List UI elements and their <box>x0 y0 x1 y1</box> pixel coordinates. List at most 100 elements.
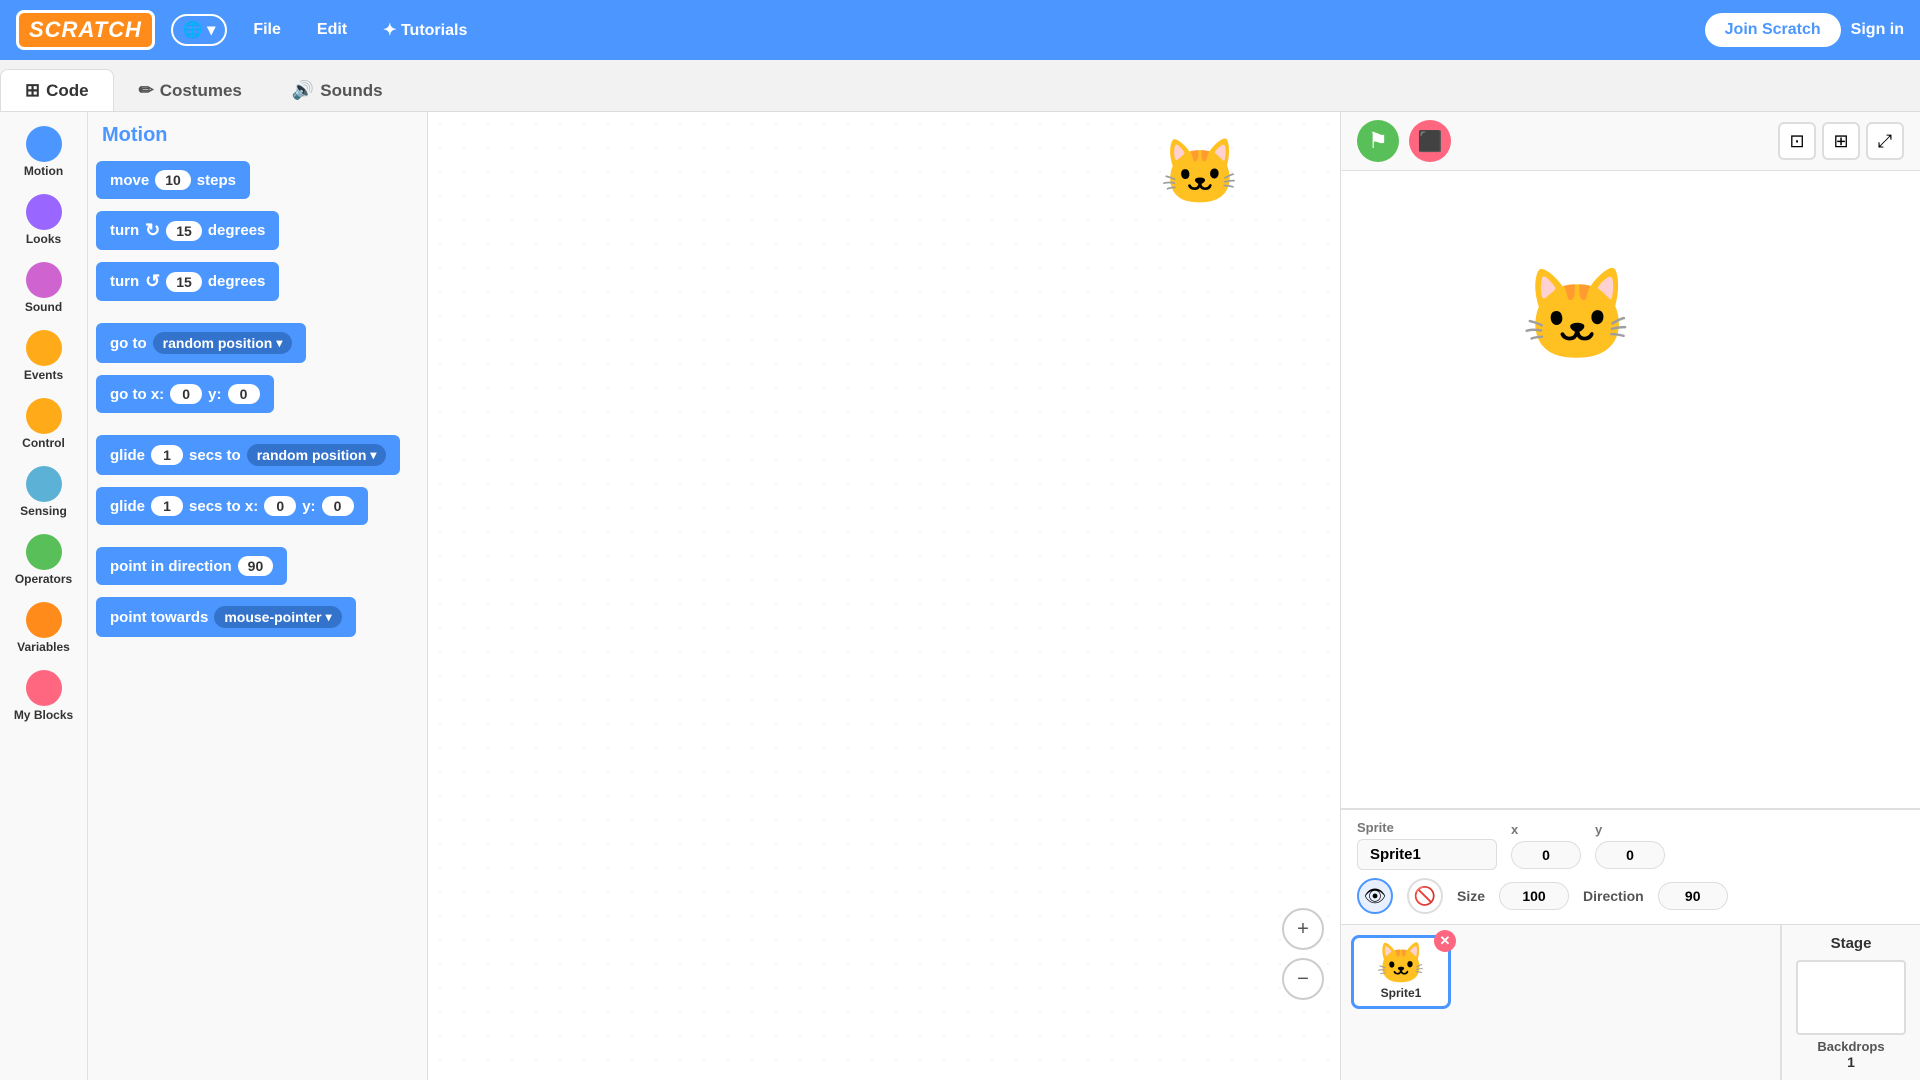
looks-label: Looks <box>26 232 61 246</box>
stage-title: Stage <box>1831 935 1872 952</box>
sprite-info-row1: Sprite x y <box>1357 820 1904 870</box>
backdrops-count: 1 <box>1847 1054 1855 1070</box>
variables-dot <box>26 602 62 638</box>
layout-fullscreen-button[interactable]: ⤢ <box>1866 122 1904 160</box>
control-dot <box>26 398 62 434</box>
main: Motion Looks Sound Events Control Sensin… <box>0 112 1920 1080</box>
sidebar-item-looks[interactable]: Looks <box>4 188 84 252</box>
stage-canvas: 🐱 <box>1341 171 1920 808</box>
operators-label: Operators <box>15 572 72 586</box>
tab-sounds[interactable]: 🔊 Sounds <box>267 69 408 111</box>
sprite-thumb-image: 🐱 <box>1376 944 1426 984</box>
tab-code[interactable]: ⊞ Code <box>0 69 114 111</box>
size-input[interactable] <box>1499 882 1569 910</box>
myblocks-dot <box>26 670 62 706</box>
block-goto-xy[interactable]: go to x: 0 y: 0 <box>96 375 274 413</box>
direction-input[interactable] <box>1658 882 1728 910</box>
control-label: Control <box>22 436 65 450</box>
sidebar-item-control[interactable]: Control <box>4 392 84 456</box>
sidebar-item-variables[interactable]: Variables <box>4 596 84 660</box>
direction-label: Direction <box>1583 888 1644 904</box>
categories-sidebar: Motion Looks Sound Events Control Sensin… <box>0 112 88 1080</box>
block-move[interactable]: move 10 steps <box>96 161 250 199</box>
sidebar-item-sound[interactable]: Sound <box>4 256 84 320</box>
sidebar-item-events[interactable]: Events <box>4 324 84 388</box>
backdrops-label: Backdrops <box>1817 1039 1884 1054</box>
script-background <box>428 112 1340 1080</box>
motion-label: Motion <box>24 164 63 178</box>
operators-dot <box>26 534 62 570</box>
globe-button[interactable]: 🌐 ▾ <box>171 14 227 46</box>
sprite-show-button[interactable]: 👁 <box>1357 878 1393 914</box>
sprite-list: ✕ 🐱 Sprite1 <box>1341 924 1780 1080</box>
sprite-y-label: y <box>1595 822 1665 837</box>
sprite-info-row2: 👁 🚫 Size Direction <box>1357 878 1904 914</box>
stage-backdrop-thumb[interactable] <box>1796 960 1906 1035</box>
red-stop-button[interactable]: ⬛ <box>1409 120 1451 162</box>
blocks-panel: Motion move 10 steps turn ↻ 15 degrees t… <box>88 112 428 1080</box>
myblocks-label: My Blocks <box>14 708 73 722</box>
block-point-towards[interactable]: point towards mouse-pointer <box>96 597 356 637</box>
zoom-out-button[interactable]: − <box>1282 958 1324 1000</box>
sidebar-item-sensing[interactable]: Sensing <box>4 460 84 524</box>
sprite-list-area: ✕ 🐱 Sprite1 Stage Backdrops 1 <box>1341 924 1920 1080</box>
sprite-hide-button[interactable]: 🚫 <box>1407 878 1443 914</box>
towards-dropdown[interactable]: mouse-pointer <box>214 606 341 628</box>
events-dot <box>26 330 62 366</box>
sensing-dot <box>26 466 62 502</box>
block-point-direction[interactable]: point in direction 90 <box>96 547 287 585</box>
edit-menu-button[interactable]: Edit <box>307 15 357 45</box>
sidebar-item-operators[interactable]: Operators <box>4 528 84 592</box>
block-turn-cw[interactable]: turn ↻ 15 degrees <box>96 211 279 250</box>
size-label: Size <box>1457 888 1485 904</box>
right-panel: ⚑ ⬛ ⊡ ⊞ ⤢ 🐱 Sprite <box>1340 112 1920 1080</box>
block-turn-ccw[interactable]: turn ↺ 15 degrees <box>96 262 279 301</box>
sprite-thumbnail-sprite1[interactable]: ✕ 🐱 Sprite1 <box>1351 935 1451 1009</box>
header: SCRATCH 🌐 ▾ File Edit ✦ Tutorials Join S… <box>0 0 1920 60</box>
layout-small-button[interactable]: ⊡ <box>1778 122 1816 160</box>
zoom-in-button[interactable]: + <box>1282 908 1324 950</box>
tab-costumes[interactable]: ✏ Costumes <box>114 69 267 111</box>
glide-dropdown[interactable]: random position <box>247 444 387 466</box>
logo[interactable]: SCRATCH <box>16 10 155 50</box>
variables-label: Variables <box>17 640 70 654</box>
sprite-name-input[interactable] <box>1357 839 1497 870</box>
block-glide-xy[interactable]: glide 1 secs to x: 0 y: 0 <box>96 487 368 525</box>
tutorials-button[interactable]: ✦ Tutorials <box>373 14 477 46</box>
sensing-label: Sensing <box>20 504 67 518</box>
script-zoom-controls: + − <box>1282 908 1324 1000</box>
sprite-x-input[interactable] <box>1511 841 1581 869</box>
script-cat-sprite: 🐱 <box>1160 140 1240 204</box>
layout-split-button[interactable]: ⊞ <box>1822 122 1860 160</box>
tab-bar: ⊞ Code ✏ Costumes 🔊 Sounds <box>0 60 1920 112</box>
block-glide-random[interactable]: glide 1 secs to random position <box>96 435 400 475</box>
sprite-thumb-name: Sprite1 <box>1381 986 1422 1000</box>
turn-cw-icon: ↻ <box>145 220 160 241</box>
script-area[interactable]: 🐱 + − <box>428 112 1340 1080</box>
sign-in-button[interactable]: Sign in <box>1851 21 1904 39</box>
events-label: Events <box>24 368 63 382</box>
playback-controls: ⚑ ⬛ <box>1357 120 1451 162</box>
costumes-icon: ✏ <box>139 80 154 101</box>
stage-section: Stage Backdrops 1 <box>1780 924 1920 1080</box>
file-menu-button[interactable]: File <box>243 15 291 45</box>
sound-dot <box>26 262 62 298</box>
stage-toolbar: ⚑ ⬛ ⊡ ⊞ ⤢ <box>1341 112 1920 171</box>
stage-sprite-cat: 🐱 <box>1521 271 1633 361</box>
layout-buttons: ⊡ ⊞ ⤢ <box>1778 122 1904 160</box>
sound-label: Sound <box>25 300 62 314</box>
green-flag-button[interactable]: ⚑ <box>1357 120 1399 162</box>
sprite-y-input[interactable] <box>1595 841 1665 869</box>
sidebar-item-motion[interactable]: Motion <box>4 120 84 184</box>
motion-dot <box>26 126 62 162</box>
sprite-name-label: Sprite <box>1357 820 1497 835</box>
looks-dot <box>26 194 62 230</box>
sprite-close-button[interactable]: ✕ <box>1434 930 1456 952</box>
join-scratch-button[interactable]: Join Scratch <box>1705 13 1841 47</box>
blocks-panel-title: Motion <box>96 124 419 147</box>
goto-dropdown[interactable]: random position <box>153 332 293 354</box>
sidebar-item-myblocks[interactable]: My Blocks <box>4 664 84 728</box>
sounds-icon: 🔊 <box>292 80 314 101</box>
block-goto-random[interactable]: go to random position <box>96 323 306 363</box>
code-icon: ⊞ <box>25 80 40 101</box>
